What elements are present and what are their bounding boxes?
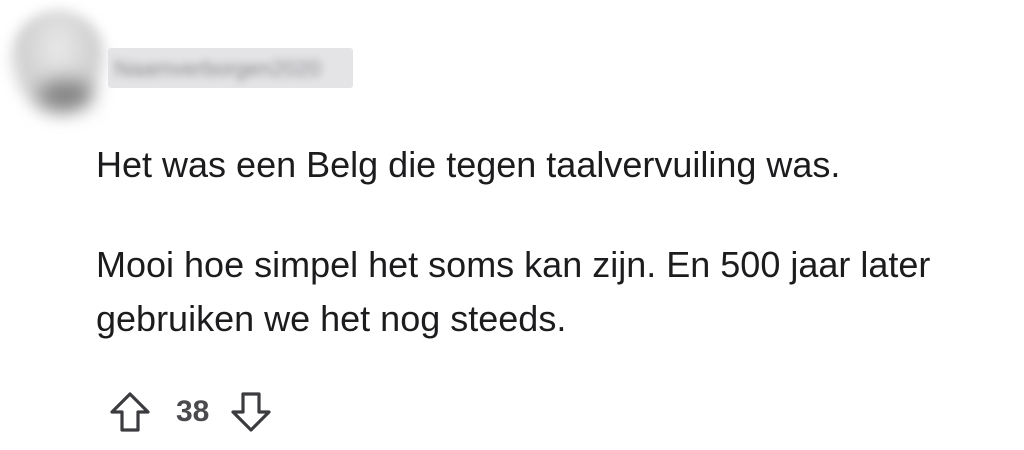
username-redacted[interactable]: Naamverborgen2020 (108, 48, 353, 88)
comment-body: Het was een Belg die tegen taalvervuilin… (96, 138, 1016, 346)
vote-count: 38 (176, 395, 210, 428)
username: Naamverborgen2020 (114, 56, 321, 81)
arrow-up-outline-icon (110, 392, 150, 432)
arrow-down-outline-icon (231, 392, 271, 432)
downvote-button[interactable] (227, 388, 275, 436)
comment-header: Naamverborgen2020 (0, 0, 400, 130)
avatar-image (38, 80, 93, 110)
vote-bar: 38 (106, 386, 275, 438)
comment-paragraph: Mooi hoe simpel het soms kan zijn. En 50… (96, 244, 931, 339)
avatar[interactable] (8, 10, 108, 120)
upvote-button[interactable] (106, 388, 154, 436)
comment-paragraph: Het was een Belg die tegen taalvervuilin… (96, 144, 841, 185)
comment: Naamverborgen2020 Het was een Belg die t… (0, 0, 1024, 450)
